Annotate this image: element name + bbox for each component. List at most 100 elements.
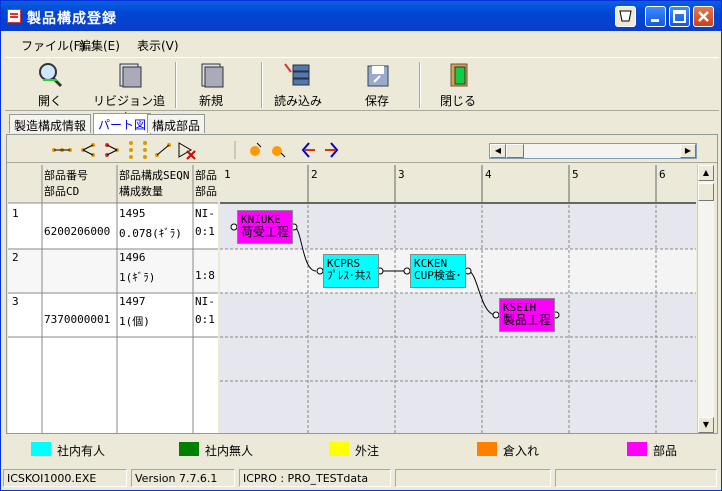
node-name: CUP検査･: [414, 269, 462, 282]
column-header: 4: [485, 168, 492, 181]
diagram-grid: [220, 165, 696, 433]
horizontal-scrollbar[interactable]: ◀ ▶: [489, 143, 697, 159]
grid-lines: [8, 165, 218, 433]
menu-file[interactable]: ファイル(F): [21, 37, 85, 54]
parts-grid: 部品番号 部品CD 部品構成SEQN 構成数量 部品 部品 1 1495 620…: [8, 165, 218, 433]
new-document-icon: [196, 60, 226, 90]
zoom-in-icon[interactable]: [250, 142, 262, 156]
legend-label: 倉入れ: [503, 444, 540, 458]
close-button[interactable]: 閉じる: [435, 60, 481, 109]
scroll-up-arrow-icon[interactable]: ▲: [698, 165, 714, 181]
scroll-thumb[interactable]: [698, 183, 714, 201]
header-quantity: 構成数量: [119, 185, 163, 198]
new-label: 新規: [198, 94, 223, 108]
toolbar-separator: [419, 62, 421, 108]
system-menu-button[interactable]: [615, 6, 636, 27]
row-part-cd[interactable]: 6200206000: [44, 225, 110, 238]
column-header: 3: [398, 168, 405, 181]
process-node[interactable]: KNIUKE 荷受工程: [237, 210, 293, 244]
vertical-chain-alt-icon[interactable]: [143, 141, 147, 159]
save-button[interactable]: 保存: [357, 60, 397, 109]
row-col3-b[interactable]: 0:1: [195, 225, 217, 238]
new-button[interactable]: 新規: [191, 60, 231, 109]
scroll-right-arrow-icon[interactable]: ▶: [680, 144, 696, 158]
legend-label: 社内無人: [205, 444, 254, 458]
row-part-cd[interactable]: 7370000001: [44, 313, 110, 326]
close-window-button[interactable]: [693, 6, 714, 27]
app-icon: [7, 9, 21, 23]
process-node[interactable]: KSEIH 製品工程: [499, 298, 555, 332]
row-col3-b[interactable]: 0:1: [195, 313, 217, 326]
toolbar: 開く リビジョン追加 新規 読み込み 保存: [5, 57, 719, 125]
scroll-down-arrow-icon[interactable]: ▼: [698, 417, 714, 433]
row-col3-b[interactable]: 1:8: [195, 269, 217, 282]
legend-swatch: [31, 442, 51, 456]
part-diagram-canvas[interactable]: 1 2 3 4 5 6 KNIUKE 荷受工程 KCPRS ﾌﾟﾚｽ･共ｽ KC…: [220, 165, 696, 433]
menu-view[interactable]: 表示(V): [137, 37, 179, 54]
row-col3-a[interactable]: NI-: [195, 295, 217, 308]
legend-swatch: [477, 442, 497, 456]
legend-label: 部品: [653, 444, 678, 458]
legend-swatch: [329, 442, 349, 456]
status-panel: [395, 469, 551, 487]
column-header: 1: [224, 168, 231, 181]
scroll-left-arrow-icon[interactable]: ◀: [490, 144, 506, 158]
header-part-number: 部品番号: [44, 169, 88, 182]
legend-swatch: [179, 442, 199, 456]
row-quantity[interactable]: 1(個): [119, 313, 150, 329]
header-col3-b: 部品: [195, 185, 217, 198]
minimize-button[interactable]: [645, 6, 666, 27]
maximize-button[interactable]: [669, 6, 690, 27]
load-label: 読み込み: [273, 94, 322, 108]
legend-label: 外注: [355, 444, 380, 458]
tab-manufacturing-info[interactable]: 製造構成情報: [9, 114, 92, 133]
node-name: ﾌﾟﾚｽ･共ｽ: [327, 269, 371, 282]
document-stack-icon: [114, 60, 144, 90]
tab-component-parts[interactable]: 構成部品: [147, 114, 206, 133]
zoom-out-icon[interactable]: [272, 146, 286, 158]
window-title: 製品構成登録: [27, 11, 117, 27]
vertical-chain-icon[interactable]: [129, 141, 133, 159]
node-name: 荷受工程: [241, 225, 290, 239]
row-seq[interactable]: 1495: [119, 207, 146, 220]
menu-edit[interactable]: 編集(E): [79, 37, 120, 54]
merge-icon[interactable]: [105, 143, 119, 157]
exit-door-icon: [443, 60, 473, 90]
column-header: 2: [311, 168, 318, 181]
save-label: 保存: [364, 94, 389, 108]
row-seq[interactable]: 1496: [119, 251, 146, 264]
open-button[interactable]: 開く: [25, 60, 75, 109]
process-node[interactable]: KCPRS ﾌﾟﾚｽ･共ｽ: [323, 254, 379, 288]
vertical-scrollbar[interactable]: ▲ ▼: [697, 165, 714, 433]
load-button[interactable]: 読み込み: [271, 60, 325, 109]
color-legend: 社内有人 社内無人 外注 倉入れ 部品: [5, 437, 719, 463]
diagonal-link-icon[interactable]: [155, 143, 171, 157]
row-col3-a[interactable]: NI-: [195, 207, 217, 220]
move-right-icon[interactable]: [325, 142, 339, 158]
diagram-icon-toolbar: ◀ ▶: [7, 137, 717, 163]
title-bar[interactable]: 製品構成登録: [1, 1, 721, 31]
load-database-icon: [283, 60, 313, 90]
row-quantity[interactable]: 0.078(ｷﾞﾗ): [119, 225, 182, 241]
header-col3-a: 部品: [195, 169, 217, 182]
status-bar: ICSKOI1000.EXE Version 7.7.6.1 ICPRO : P…: [3, 467, 719, 489]
scroll-thumb[interactable]: [506, 144, 524, 158]
node-name: 製品工程: [503, 313, 552, 327]
delete-link-icon[interactable]: [178, 142, 196, 160]
move-left-icon[interactable]: [301, 142, 315, 158]
row-number: 2: [12, 251, 19, 264]
toolbar-separator: [175, 62, 177, 108]
row-number: 1: [12, 207, 19, 220]
part-diagram-panel: ◀ ▶ 部品番号 部品CD 部品構成SEQN 構成数量 部品 部品 1 1495…: [6, 134, 718, 434]
maximize-icon: [673, 10, 686, 23]
status-exe: ICSKOI1000.EXE: [3, 469, 127, 487]
tab-part-diagram[interactable]: パート図: [93, 113, 152, 134]
process-node[interactable]: KCKEN CUP検査･: [410, 254, 466, 288]
magnifier-icon: [35, 60, 65, 90]
branch-icon[interactable]: [81, 143, 95, 157]
header-seq: 部品構成SEQN: [119, 169, 190, 182]
link-chain-icon[interactable]: [52, 148, 72, 152]
save-icon: [362, 60, 392, 90]
row-quantity[interactable]: 1(ｷﾞﾗ): [119, 269, 155, 285]
row-seq[interactable]: 1497: [119, 295, 146, 308]
